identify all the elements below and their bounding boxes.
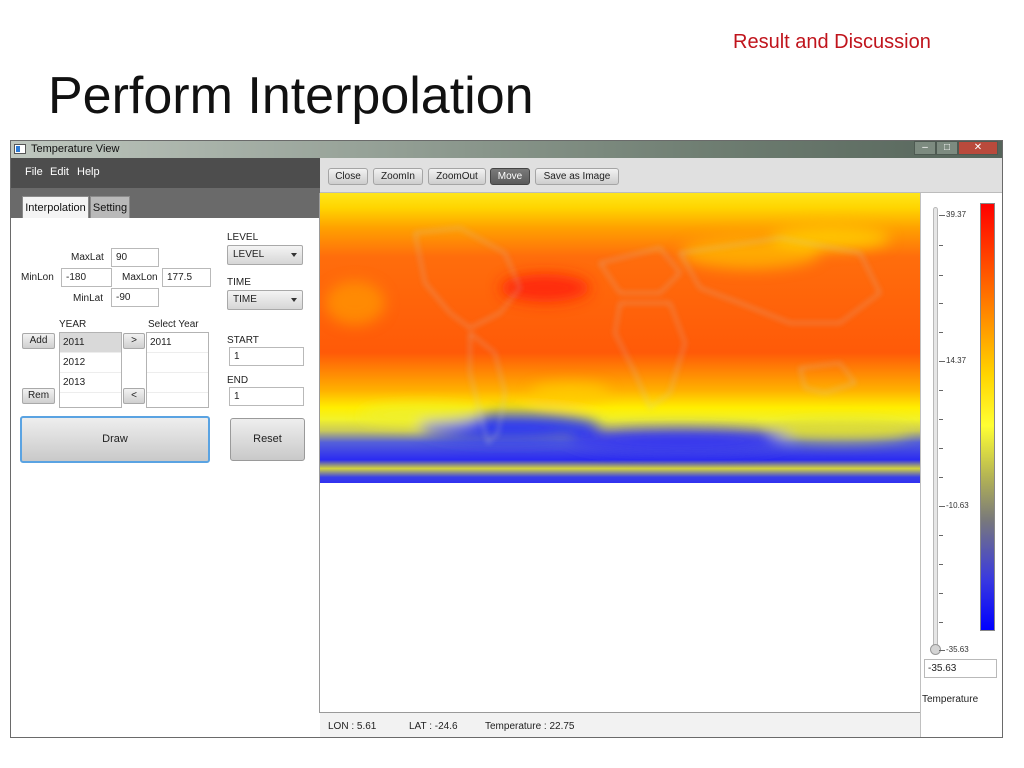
list-item[interactable]: 2011 <box>60 333 121 353</box>
temperature-map[interactable] <box>320 193 920 483</box>
legend-tick-label: 14.37 <box>946 356 967 365</box>
status-bar: LON : 5.61 LAT : -24.6 Temperature : 22.… <box>320 712 920 737</box>
level-select[interactable]: LEVEL <box>227 245 303 265</box>
maxlat-label: MaxLat <box>71 252 104 263</box>
menu-edit[interactable]: Edit <box>50 166 69 178</box>
temperature-legend: 39.37 14.37 -10.63 -35.63 -35.63 Tempera… <box>920 193 1002 737</box>
move-button[interactable]: Move <box>490 168 530 185</box>
list-item[interactable]: 2011 <box>147 333 208 353</box>
legend-minor-tick <box>939 419 943 420</box>
map-toolbar: Close ZoomIn ZoomOut Move Save as Image <box>320 158 1002 193</box>
min-value-field[interactable]: -35.63 <box>924 659 997 678</box>
minimize-button[interactable]: – <box>914 141 936 155</box>
menu-help[interactable]: Help <box>77 166 100 178</box>
color-scale-bar <box>980 203 995 631</box>
year-list[interactable]: 2011 2012 2013 <box>59 332 122 408</box>
control-panel: Interpolation Setting MaxLat 90 MinLon -… <box>11 188 320 737</box>
legend-tick <box>939 215 945 216</box>
legend-minor-tick <box>939 477 943 478</box>
legend-caption: Temperature <box>922 694 979 705</box>
selected-year-list[interactable]: 2011 <box>146 332 209 408</box>
status-lat: LAT : -24.6 <box>409 721 458 732</box>
move-left-button[interactable]: < <box>123 388 145 404</box>
legend-minor-tick <box>939 332 943 333</box>
level-select-value: LEVEL <box>233 249 265 260</box>
tab-setting[interactable]: Setting <box>90 196 130 218</box>
legend-minor-tick <box>939 535 943 536</box>
legend-minor-tick <box>939 593 943 594</box>
legend-tick-label: 39.37 <box>946 210 967 219</box>
list-item <box>147 373 208 393</box>
draw-button[interactable]: Draw <box>20 416 210 463</box>
legend-minor-tick <box>939 390 943 391</box>
end-field[interactable]: 1 <box>229 387 304 406</box>
start-label: START <box>227 335 259 346</box>
close-map-button[interactable]: Close <box>328 168 368 185</box>
list-item[interactable]: 2012 <box>60 353 121 373</box>
chevron-down-icon <box>291 298 297 302</box>
legend-tick-label: -35.63 <box>946 645 969 654</box>
legend-tick <box>939 361 945 362</box>
legend-minor-tick <box>939 245 943 246</box>
minlat-label: MinLat <box>73 293 104 304</box>
legend-minor-tick <box>939 303 943 304</box>
minlat-field[interactable]: -90 <box>111 288 159 307</box>
time-select[interactable]: TIME <box>227 290 303 310</box>
maximize-button[interactable]: □ <box>936 141 958 155</box>
map-empty-area[interactable] <box>320 483 920 712</box>
window-title: Temperature View <box>31 143 120 155</box>
legend-minor-tick <box>939 564 943 565</box>
minlon-label: MinLon <box>21 272 54 283</box>
window-titlebar[interactable]: Temperature View – □ ✕ <box>11 141 1002 158</box>
time-label: TIME <box>227 277 251 288</box>
reset-button[interactable]: Reset <box>230 418 305 461</box>
heatmap-canvas[interactable] <box>320 193 920 483</box>
move-right-button[interactable]: > <box>123 333 145 349</box>
slide-title: Perform Interpolation <box>48 67 534 125</box>
start-field[interactable]: 1 <box>229 347 304 366</box>
tab-bar: Interpolation Setting <box>11 188 320 218</box>
chevron-down-icon <box>291 253 297 257</box>
minlon-field[interactable]: -180 <box>61 268 112 287</box>
maxlat-field[interactable]: 90 <box>111 248 159 267</box>
select-year-label: Select Year <box>148 319 199 330</box>
threshold-slider[interactable] <box>933 207 938 651</box>
app-icon <box>14 144 26 154</box>
save-as-image-button[interactable]: Save as Image <box>535 168 619 185</box>
maxlon-field[interactable]: 177.5 <box>162 268 211 287</box>
legend-minor-tick <box>939 448 943 449</box>
menu-bar: File Edit Help <box>11 158 320 188</box>
menu-file[interactable]: File <box>25 166 43 178</box>
level-label: LEVEL <box>227 232 259 243</box>
legend-tick-label: -10.63 <box>946 501 969 510</box>
add-year-button[interactable]: Add <box>22 333 55 349</box>
zoom-in-button[interactable]: ZoomIn <box>373 168 423 185</box>
remove-year-button[interactable]: Rem <box>22 388 55 404</box>
section-tag: Result and Discussion <box>733 31 931 53</box>
year-label: YEAR <box>59 319 87 330</box>
list-item <box>147 353 208 373</box>
end-label: END <box>227 375 249 386</box>
status-temperature: Temperature : 22.75 <box>485 721 575 732</box>
legend-minor-tick <box>939 275 943 276</box>
tab-interpolation[interactable]: Interpolation <box>22 196 89 218</box>
temperature-view-window: Temperature View – □ ✕ File Edit Help In… <box>10 140 1003 738</box>
time-select-value: TIME <box>233 294 257 305</box>
legend-minor-tick <box>939 622 943 623</box>
status-lon: LON : 5.61 <box>328 721 377 732</box>
legend-tick <box>939 650 945 651</box>
maxlon-label: MaxLon <box>122 272 158 283</box>
zoom-out-button[interactable]: ZoomOut <box>428 168 486 185</box>
list-item[interactable]: 2013 <box>60 373 121 393</box>
legend-tick <box>939 506 945 507</box>
close-window-button[interactable]: ✕ <box>958 141 998 155</box>
